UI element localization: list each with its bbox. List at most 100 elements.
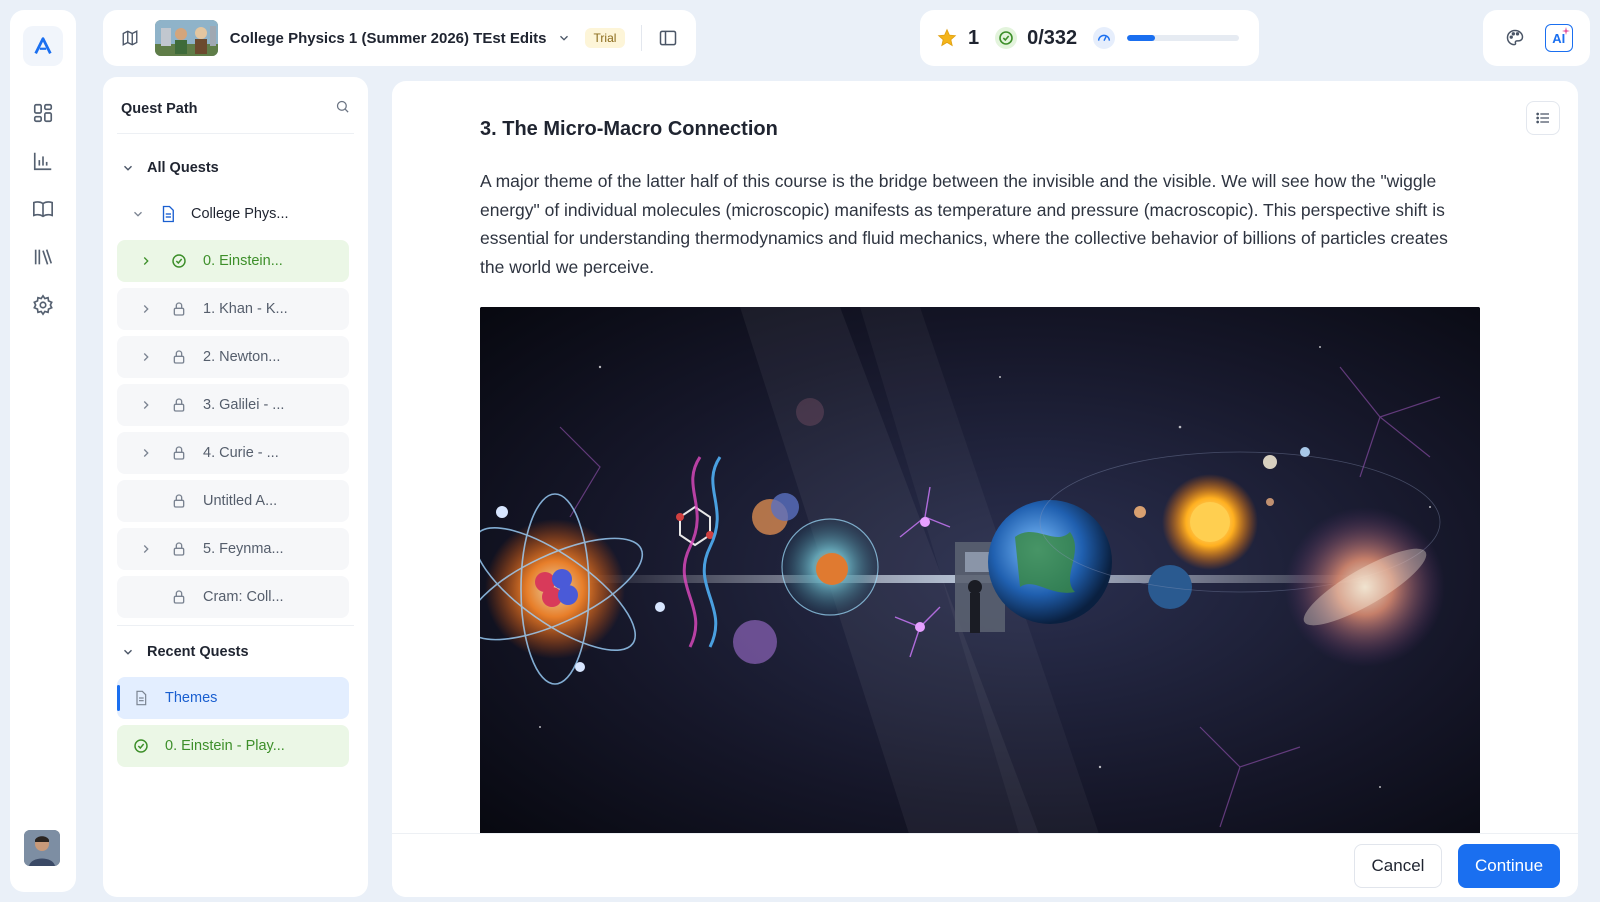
chevron-down-icon bbox=[559, 35, 568, 41]
expand-toggle[interactable] bbox=[117, 398, 153, 412]
sidebar-panel-icon bbox=[659, 30, 677, 46]
quest-status bbox=[167, 397, 191, 413]
course-title[interactable]: College Physics 1 (Summer 2026) TEst Edi… bbox=[230, 30, 547, 47]
sparkle-icon bbox=[1561, 27, 1570, 35]
sidebar-search-button[interactable] bbox=[335, 99, 350, 119]
chevron-right-icon bbox=[143, 257, 149, 265]
chevron-right-icon bbox=[143, 449, 149, 457]
course-thumbnail-image bbox=[154, 20, 218, 56]
document-icon bbox=[136, 690, 147, 706]
theme-button[interactable] bbox=[1500, 23, 1530, 53]
avatar-image bbox=[24, 830, 60, 866]
top-tools: AI bbox=[1483, 10, 1590, 66]
quest-item[interactable]: Untitled A... bbox=[117, 480, 349, 522]
quest-item[interactable]: 0. Einstein... bbox=[117, 240, 349, 282]
recent-quests-section[interactable]: Recent Quests bbox=[121, 644, 249, 660]
book-icon bbox=[33, 201, 53, 218]
quest-label: 3. Galilei - ... bbox=[203, 397, 285, 413]
expand-toggle[interactable] bbox=[117, 542, 153, 556]
quest-item[interactable]: 2. Newton... bbox=[117, 336, 349, 378]
stats-bar: 1 0/332 bbox=[920, 10, 1259, 66]
trial-badge: Trial bbox=[584, 28, 626, 48]
quest-item[interactable]: 1. Khan - K... bbox=[117, 288, 349, 330]
quest-label: 5. Feynma... bbox=[203, 541, 284, 557]
palette-icon bbox=[1506, 29, 1524, 46]
course-tree-item[interactable]: College Phys... bbox=[123, 205, 289, 223]
continue-button[interactable]: Continue bbox=[1458, 844, 1560, 888]
expand-toggle[interactable] bbox=[117, 350, 153, 364]
quest-status bbox=[167, 493, 191, 509]
lock-icon bbox=[173, 350, 185, 364]
chevron-down-icon bbox=[124, 649, 132, 655]
quest-label: 1. Khan - K... bbox=[203, 301, 288, 317]
check-circle-icon bbox=[995, 27, 1018, 49]
search-icon bbox=[336, 100, 349, 113]
cancel-button[interactable]: Cancel bbox=[1354, 844, 1442, 888]
check-circle-icon bbox=[134, 739, 148, 753]
course-header: College Physics 1 (Summer 2026) TEst Edi… bbox=[103, 10, 696, 66]
course-thumbnail bbox=[154, 20, 218, 56]
lesson-footer: Cancel Continue bbox=[392, 833, 1578, 897]
recent-quest-item[interactable]: 0. Einstein - Play... bbox=[117, 725, 349, 767]
recent-label: 0. Einstein - Play... bbox=[165, 738, 285, 754]
user-avatar[interactable] bbox=[24, 830, 60, 866]
all-quests-label: All Quests bbox=[147, 160, 219, 176]
ai-assistant-button[interactable]: AI bbox=[1544, 24, 1573, 52]
quest-label: Untitled A... bbox=[203, 493, 278, 509]
quest-status bbox=[167, 349, 191, 365]
settings-icon bbox=[33, 294, 53, 316]
section-paragraph: A major theme of the latter half of this… bbox=[480, 171, 1448, 277]
completed-count: 0/332 bbox=[1027, 26, 1078, 49]
quest-label: 2. Newton... bbox=[203, 349, 281, 365]
nav-library-button[interactable] bbox=[28, 242, 58, 272]
app-logo[interactable] bbox=[23, 26, 63, 66]
map-button[interactable] bbox=[117, 25, 143, 51]
quest-item[interactable]: 4. Curie - ... bbox=[117, 432, 349, 474]
recent-status bbox=[129, 690, 153, 706]
check-circle-icon bbox=[172, 254, 186, 268]
nav-analytics-button[interactable] bbox=[28, 146, 58, 176]
chevron-right-icon bbox=[143, 401, 149, 409]
recent-label: Themes bbox=[165, 690, 218, 706]
nav-settings-button[interactable] bbox=[28, 290, 58, 320]
dashboard-icon bbox=[33, 103, 53, 123]
speedometer-icon bbox=[1093, 27, 1116, 49]
lock-icon bbox=[173, 398, 185, 412]
quest-status bbox=[167, 253, 191, 269]
lock-icon bbox=[173, 590, 185, 604]
expand-toggle[interactable] bbox=[117, 446, 153, 460]
micro-macro-illustration bbox=[480, 307, 1480, 837]
table-of-contents-button[interactable] bbox=[1526, 101, 1560, 135]
sidebar-header: Quest Path bbox=[121, 99, 350, 119]
quest-status bbox=[167, 541, 191, 557]
lock-icon bbox=[173, 494, 185, 508]
cosmos-illustration-image bbox=[480, 307, 1480, 837]
quest-status bbox=[167, 445, 191, 461]
library-icon bbox=[34, 249, 53, 265]
expand-toggle[interactable] bbox=[117, 302, 153, 316]
recent-quest-item[interactable]: Themes bbox=[117, 677, 349, 719]
progress-bar bbox=[1127, 35, 1240, 41]
quest-item[interactable]: 5. Feynma... bbox=[117, 528, 349, 570]
all-quests-section[interactable]: All Quests bbox=[121, 160, 219, 176]
expand-toggle[interactable] bbox=[117, 254, 153, 268]
toggle-sidebar-button[interactable] bbox=[654, 24, 682, 52]
quest-status bbox=[167, 301, 191, 317]
sidebar-divider bbox=[117, 133, 354, 134]
course-dropdown-button[interactable] bbox=[557, 31, 571, 45]
nav-book-button[interactable] bbox=[28, 194, 58, 224]
lesson-content: 3. The Micro-Macro Connection A major th… bbox=[392, 81, 1578, 897]
stars-count: 1 bbox=[968, 26, 980, 49]
chevron-right-icon bbox=[143, 353, 149, 361]
quest-item[interactable]: Cram: Coll... bbox=[117, 576, 349, 618]
lock-icon bbox=[173, 542, 185, 556]
quest-item[interactable]: 3. Galilei - ... bbox=[117, 384, 349, 426]
list-icon bbox=[1536, 112, 1549, 124]
star-icon bbox=[936, 27, 958, 49]
quest-sidebar: Quest Path All Quests College Phys... 0.… bbox=[103, 77, 368, 897]
quest-label: 4. Curie - ... bbox=[203, 445, 279, 461]
progress-bar-fill bbox=[1127, 35, 1156, 41]
nav-dashboard-button[interactable] bbox=[28, 98, 58, 128]
recent-quests-label: Recent Quests bbox=[147, 644, 249, 660]
document-icon bbox=[162, 205, 174, 223]
